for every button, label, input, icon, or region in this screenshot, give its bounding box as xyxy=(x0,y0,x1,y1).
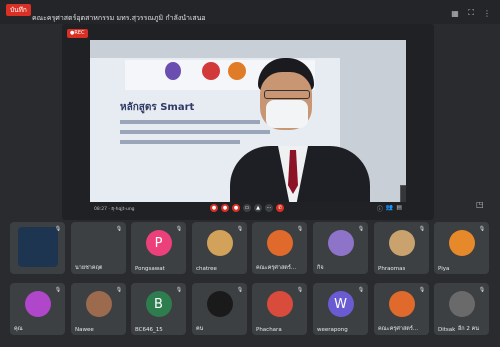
participant-name: ฅน xyxy=(196,326,204,332)
participant-tile[interactable]: 🎙 กิจ xyxy=(313,222,368,274)
chat-icon[interactable]: ▤ xyxy=(396,204,402,213)
mic-muted-icon: 🎙 xyxy=(418,287,426,293)
participant-name: chatree xyxy=(196,266,217,272)
stage-controls: ● ● ● ▭ ▲ ⋯ ✆ xyxy=(210,204,284,212)
participant-tile[interactable]: 🎙 Phachara xyxy=(252,283,307,335)
participant-name: คณะครุศาสตร์... xyxy=(378,326,419,332)
avatar xyxy=(17,227,58,267)
mic-muted-icon: 🎙 xyxy=(418,226,426,232)
avatar xyxy=(85,291,112,317)
participant-name: คณะครุศาสตร์... xyxy=(256,265,297,271)
avatar xyxy=(266,291,293,317)
record-icon[interactable]: ● xyxy=(232,204,240,212)
mic-muted-icon: 🎙 xyxy=(175,226,183,232)
participant-name: weerapong xyxy=(317,327,348,333)
mic-muted-icon: 🎙 xyxy=(54,226,62,232)
mic-muted-icon: 🎙 xyxy=(296,287,304,293)
participant-name: BC646_15 xyxy=(135,327,163,333)
layout-icon[interactable]: ▦ xyxy=(450,8,460,18)
people-icon[interactable]: 👥 xyxy=(386,204,393,213)
participant-tile[interactable]: 🎙 คุณ xyxy=(10,283,65,335)
camera-off-icon[interactable]: ● xyxy=(221,204,229,212)
participant-tile[interactable]: 🎙 คณะครุศาสตร์... xyxy=(374,283,429,335)
stage-right-icons: ⓘ 👥 ▤ xyxy=(377,204,402,213)
participant-tile[interactable]: 🎙 คณะครุศาสตร์... xyxy=(252,222,307,274)
mic-muted-icon: 🎙 xyxy=(175,287,183,293)
participant-name: อีก 2 คน xyxy=(458,326,480,332)
presentation-stage: ●REC หลักสูตร Smart 08:27 · ฮุ-hqjt-ung … xyxy=(62,24,434,220)
mic-muted-icon: 🎙 xyxy=(357,287,365,293)
expand-icon[interactable]: ◳ xyxy=(476,200,486,210)
top-bar: บันทึก คณะครุศาสตร์อุตสาหกรรม มทร.สุวรรณ… xyxy=(0,0,500,24)
fullscreen-icon[interactable]: ⛶ xyxy=(466,8,476,18)
mic-off-icon[interactable]: ● xyxy=(210,204,218,212)
participant-tile[interactable]: W 🎙 weerapong xyxy=(313,283,368,335)
participant-tile[interactable]: 🎙 นายชาคฤต xyxy=(71,222,126,274)
avatar-initial: W xyxy=(327,291,354,317)
more-icon[interactable]: ⋮ xyxy=(482,8,492,18)
stage-time-label: 08:27 · ฮุ-hqjt-ung xyxy=(94,207,135,212)
participant-name: Phachara xyxy=(256,327,282,333)
avatar xyxy=(448,230,475,256)
participant-tile[interactable]: P 🎙 Pongsawat xyxy=(131,222,186,274)
avatar xyxy=(206,291,233,317)
participant-tile[interactable]: 🎙 Phraomas xyxy=(374,222,429,274)
presenting-label: คณะครุศาสตร์อุตสาหกรรม มทร.สุวรรณภูมิ กำ… xyxy=(32,14,206,22)
avatar xyxy=(206,230,233,256)
mic-muted-icon: 🎙 xyxy=(115,226,123,232)
more-options-icon[interactable]: ⋯ xyxy=(265,204,273,212)
avatar xyxy=(266,230,293,256)
speaker-person xyxy=(230,58,380,214)
participant-tile[interactable]: 🎙 Piya xyxy=(434,222,489,274)
participant-tile[interactable]: B 🎙 BC646_15 xyxy=(131,283,186,335)
avatar xyxy=(388,230,415,256)
mic-muted-icon: 🎙 xyxy=(478,226,486,232)
avatar xyxy=(24,291,51,317)
avatar-initial: P xyxy=(145,230,172,256)
mic-muted-icon: 🎙 xyxy=(54,287,62,293)
avatar-initial: B xyxy=(145,291,172,317)
captions-icon[interactable]: ▭ xyxy=(243,204,251,212)
avatar xyxy=(448,291,475,317)
mic-muted-icon: 🎙 xyxy=(357,226,365,232)
participant-name: Phraomas xyxy=(378,266,406,272)
leave-call-icon[interactable]: ✆ xyxy=(276,204,284,212)
participant-name: กิจ xyxy=(317,265,324,271)
mic-muted-icon: 🎙 xyxy=(478,287,486,293)
info-icon[interactable]: ⓘ xyxy=(377,204,383,213)
stage-control-bar: 08:27 · ฮุ-hqjt-ung ● ● ● ▭ ▲ ⋯ ✆ ⓘ 👥 ▤ xyxy=(90,202,406,216)
participant-name: Pongsawat xyxy=(135,266,165,272)
participant-tile[interactable]: 🎙 Nawee xyxy=(71,283,126,335)
participant-name: นายชาคฤต xyxy=(75,265,103,271)
participant-name: Piya xyxy=(438,266,450,272)
speaker-video: หลักสูตร Smart xyxy=(90,40,406,214)
mic-muted-icon: 🎙 xyxy=(236,287,244,293)
mic-muted-icon: 🎙 xyxy=(296,226,304,232)
mic-muted-icon: 🎙 xyxy=(115,287,123,293)
present-icon[interactable]: ▲ xyxy=(254,204,262,212)
top-icons: ▦ ⛶ ⋮ xyxy=(450,8,492,18)
recording-badge: บันทึก xyxy=(6,4,31,16)
participant-tile[interactable]: 🎙 chatree xyxy=(192,222,247,274)
avatar xyxy=(327,230,354,256)
avatar xyxy=(388,291,415,317)
participant-tile[interactable]: 🎙 อีก 2 คน Ditsak xyxy=(434,283,489,335)
mic-muted-icon: 🎙 xyxy=(236,226,244,232)
participant-name: Nawee xyxy=(75,327,94,333)
participant-tile[interactable]: 🎙 xyxy=(10,222,65,274)
stage-recording-badge: ●REC xyxy=(67,29,88,38)
participant-tile[interactable]: 🎙 ฅน xyxy=(192,283,247,335)
participant-name-extra: Ditsak xyxy=(438,327,456,333)
participant-name: คุณ xyxy=(14,326,23,332)
banner-title: หลักสูตร Smart xyxy=(120,102,195,113)
